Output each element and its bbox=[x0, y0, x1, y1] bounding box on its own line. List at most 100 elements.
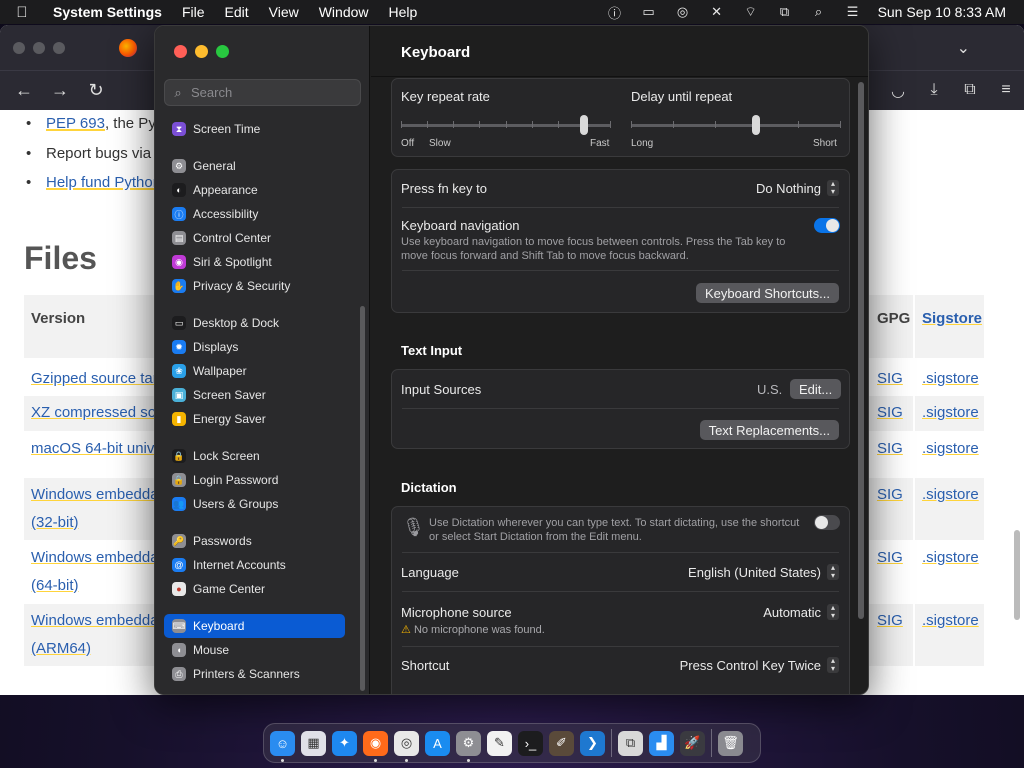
rocket-icon[interactable]: 🚀 bbox=[680, 730, 705, 756]
file-link[interactable]: macOS 64-bit unive bbox=[31, 435, 163, 463]
delay-repeat-slider[interactable] bbox=[631, 115, 841, 135]
tab-list-chevron-icon[interactable]: ⌄ bbox=[957, 38, 970, 58]
dictation-toggle[interactable] bbox=[814, 515, 840, 530]
browser-minimize-button[interactable] bbox=[33, 41, 45, 54]
download-icon[interactable]: ⤓ bbox=[916, 81, 952, 101]
zoom-button[interactable] bbox=[216, 45, 229, 58]
menu-view[interactable]: View bbox=[259, 4, 309, 20]
sigstore-link[interactable]: .sigstore bbox=[922, 435, 979, 463]
sidebar-item-keyboard[interactable]: ⌨ Keyboard bbox=[164, 614, 345, 638]
slider-knob[interactable] bbox=[752, 115, 760, 135]
app-store-icon[interactable]: A bbox=[425, 730, 450, 756]
dictation-shortcut-popup[interactable]: Press Control Key Twice ▴ ▾ bbox=[680, 657, 839, 673]
screen-status-icon[interactable]: ▭ bbox=[632, 4, 666, 20]
help-fund-link[interactable]: Help fund Python bbox=[46, 174, 161, 191]
language-popup[interactable]: English (United States) ▴ ▾ bbox=[688, 564, 839, 580]
pocket-icon[interactable]: ◡ bbox=[880, 81, 916, 101]
trash-icon[interactable]: 🗑 bbox=[718, 730, 743, 756]
menu-app-name[interactable]: System Settings bbox=[44, 4, 172, 20]
keyboard-shortcuts-button[interactable]: Keyboard Shortcuts... bbox=[695, 283, 839, 303]
slider-knob[interactable] bbox=[580, 115, 588, 135]
sidebar-item-lock-screen[interactable]: 🔒 Lock Screen bbox=[164, 444, 345, 468]
menu-edit[interactable]: Edit bbox=[215, 4, 259, 20]
menu-help[interactable]: Help bbox=[379, 4, 428, 20]
file-link[interactable]: Windows embedda bbox=[31, 607, 159, 635]
extensions-icon[interactable]: ⧉ bbox=[952, 81, 988, 101]
file-link-line2[interactable]: (32-bit) bbox=[31, 509, 79, 537]
sidebar-item-accessibility[interactable]: ⓘ Accessibility bbox=[164, 202, 345, 226]
pep-link[interactable]: PEP 693 bbox=[46, 115, 105, 132]
sig-link[interactable]: SIG bbox=[877, 607, 903, 635]
sigstore-link[interactable]: .sigstore bbox=[922, 544, 979, 572]
sig-link[interactable]: SIG bbox=[877, 365, 903, 393]
sidebar-item-passwords[interactable]: 🔑 Passwords bbox=[164, 529, 345, 553]
keyboard-nav-toggle[interactable] bbox=[814, 218, 840, 233]
sidebar-scrollbar[interactable] bbox=[360, 306, 365, 691]
sig-link[interactable]: SIG bbox=[877, 435, 903, 463]
sig-link[interactable]: SIG bbox=[877, 544, 903, 572]
key-repeat-slider[interactable] bbox=[401, 115, 611, 135]
sidebar-item-privacy-security[interactable]: ✋ Privacy & Security bbox=[164, 274, 345, 298]
sidebar-item-screen-saver[interactable]: ▣ Screen Saver bbox=[164, 383, 345, 407]
file-link-line2[interactable]: (ARM64) bbox=[31, 635, 91, 663]
menu-hamburger-icon[interactable]: ≡ bbox=[988, 81, 1024, 101]
file-link[interactable]: Windows embedda bbox=[31, 544, 159, 572]
sidebar-item-appearance[interactable]: ◐ Appearance bbox=[164, 178, 345, 202]
sidebar-item-siri-spotlight[interactable]: ◉ Siri & Spotlight bbox=[164, 250, 345, 274]
sigstore-link[interactable]: .sigstore bbox=[922, 607, 979, 635]
edit-input-sources-button[interactable]: Edit... bbox=[790, 379, 842, 399]
vscode-icon[interactable]: ❯ bbox=[580, 730, 605, 756]
file-link[interactable]: Gzipped source tarb bbox=[31, 365, 166, 393]
file-link-line2[interactable]: (64-bit) bbox=[31, 572, 79, 600]
apple-menu-icon[interactable]:  bbox=[0, 4, 44, 21]
file-link[interactable]: XZ compressed sou bbox=[31, 399, 164, 427]
forward-arrow-icon[interactable]: → bbox=[42, 80, 78, 101]
col-sigstore[interactable]: Sigstore bbox=[922, 310, 982, 327]
close-button[interactable] bbox=[174, 45, 187, 58]
airdrop-status-icon[interactable]: ◎ bbox=[666, 4, 700, 20]
content-scrollbar[interactable] bbox=[858, 82, 864, 619]
fn-key-popup[interactable]: Do Nothing ▴ ▾ bbox=[756, 180, 839, 196]
launchpad-icon[interactable]: ▦ bbox=[301, 730, 326, 756]
accessibility-status-icon[interactable]: ⓘ bbox=[598, 3, 632, 22]
sidebar-item-displays[interactable]: ✹ Displays bbox=[164, 335, 345, 359]
sig-link[interactable]: SIG bbox=[877, 481, 903, 509]
search-field[interactable]: ⌕ Search bbox=[164, 79, 361, 106]
sidebar-item-wallpaper[interactable]: ❀ Wallpaper bbox=[164, 359, 345, 383]
text-replacements-button[interactable]: Text Replacements... bbox=[699, 420, 839, 440]
terminal-icon[interactable]: ›_ bbox=[518, 730, 543, 756]
sidebar-item-login-password[interactable]: 🔒 Login Password bbox=[164, 468, 345, 492]
firefox-tab-icon[interactable] bbox=[119, 38, 137, 57]
preview-icon[interactable]: ⧉ bbox=[618, 730, 643, 756]
control-center-icon[interactable]: ☰ bbox=[836, 4, 870, 20]
back-arrow-icon[interactable]: ← bbox=[6, 80, 42, 101]
sidebar-item-screen-time[interactable]: ⧗ Screen Time bbox=[164, 117, 345, 141]
brush-app-icon[interactable]: ✐ bbox=[549, 730, 574, 756]
safari-icon[interactable]: ✦ bbox=[332, 730, 357, 756]
sidebar-item-users-groups[interactable]: 👥 Users & Groups bbox=[164, 492, 345, 516]
system-settings-icon[interactable]: ⚙ bbox=[456, 730, 481, 762]
bluetooth-off-icon[interactable]: ✕ bbox=[700, 4, 734, 20]
page-scrollbar[interactable] bbox=[1014, 530, 1020, 620]
firefox-icon[interactable]: ◉ bbox=[363, 730, 388, 762]
sidebar-item-game-center[interactable]: ● Game Center bbox=[164, 577, 345, 601]
sigstore-link[interactable]: .sigstore bbox=[922, 399, 979, 427]
keynote-icon[interactable]: ▟ bbox=[649, 730, 674, 756]
minimize-button[interactable] bbox=[195, 45, 208, 58]
file-link[interactable]: Windows embedda bbox=[31, 481, 159, 509]
reload-icon[interactable]: ↻ bbox=[78, 80, 114, 101]
sidebar-item-mouse[interactable]: ◖ Mouse bbox=[164, 638, 345, 662]
textedit-icon[interactable]: ✎ bbox=[487, 730, 512, 756]
browser-close-button[interactable] bbox=[13, 41, 25, 54]
menu-file[interactable]: File bbox=[172, 4, 215, 20]
sigstore-link[interactable]: .sigstore bbox=[922, 481, 979, 509]
sidebar-item-energy-saver[interactable]: ▮ Energy Saver bbox=[164, 407, 345, 431]
menu-window[interactable]: Window bbox=[309, 4, 379, 20]
sidebar-item-control-center[interactable]: ▤ Control Center bbox=[164, 226, 345, 250]
spotlight-search-icon[interactable]: ⌕ bbox=[802, 4, 836, 20]
screen-mirroring-icon[interactable]: ⧉ bbox=[768, 4, 802, 20]
sidebar-item-desktop-dock[interactable]: ▭ Desktop & Dock bbox=[164, 311, 345, 335]
sigstore-link[interactable]: .sigstore bbox=[922, 365, 979, 393]
sidebar-item-general[interactable]: ⚙ General bbox=[164, 154, 345, 178]
menu-clock[interactable]: Sun Sep 10 8:33 AM bbox=[870, 4, 1024, 20]
